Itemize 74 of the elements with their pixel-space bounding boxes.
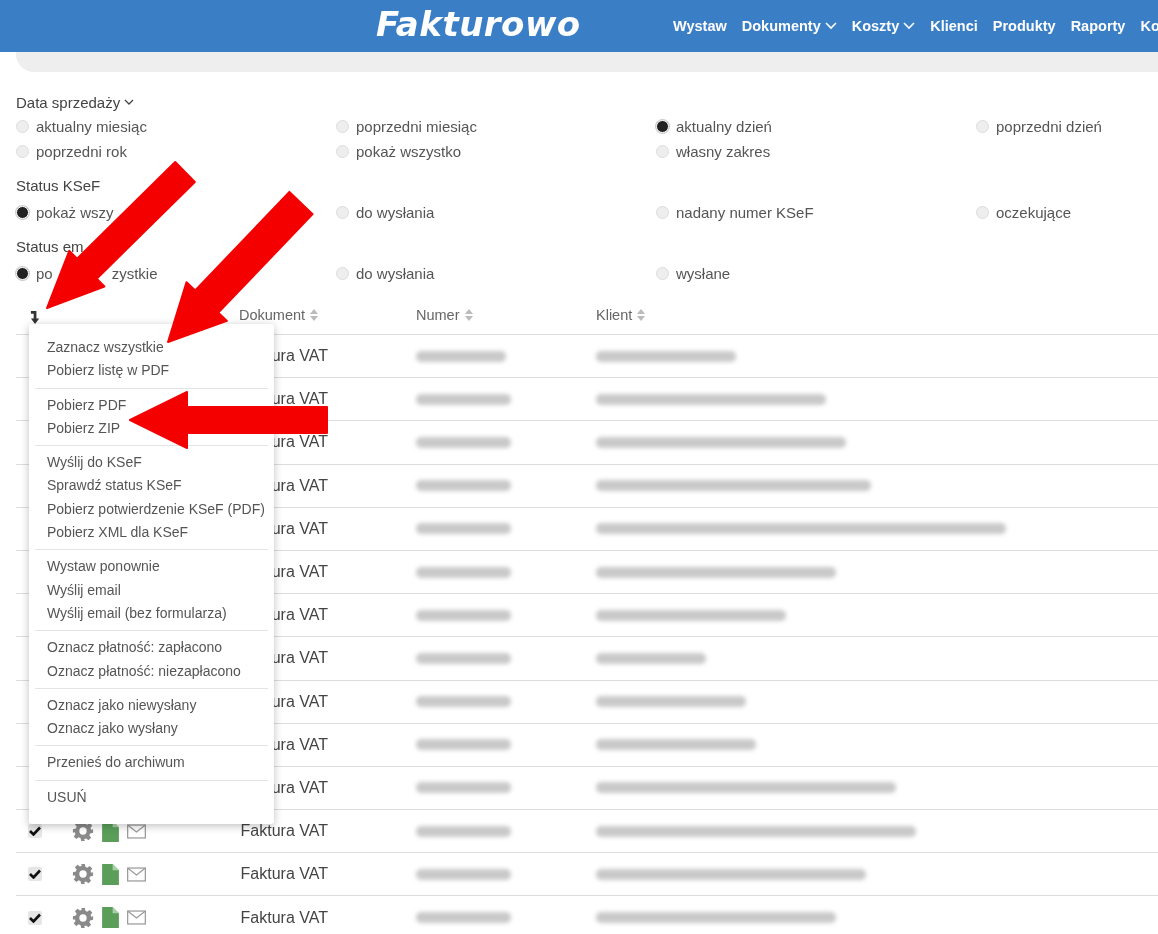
radio-label: poprzedni miesiąc <box>356 118 477 135</box>
row-checkbox[interactable] <box>28 867 42 882</box>
radio-button[interactable] <box>16 145 29 158</box>
radio-label: pokaż wszystko <box>356 143 462 160</box>
filter-title: Data sprzedaży <box>16 93 121 111</box>
column-header[interactable]: Numer <box>416 306 460 323</box>
gear-icon[interactable] <box>72 906 94 929</box>
chevron-down-icon[interactable] <box>124 99 135 105</box>
sort-icon[interactable] <box>310 308 319 321</box>
menu-item[interactable]: Przenieś do archiwum <box>47 751 185 775</box>
radio-button[interactable] <box>656 206 669 219</box>
nav-link[interactable]: Raporty <box>1070 18 1126 34</box>
radio-button[interactable] <box>336 120 349 133</box>
sort-icon[interactable] <box>464 308 473 321</box>
nav-link[interactable]: Klienci <box>930 18 978 34</box>
menu-item[interactable]: Oznacz jako niewysłany <box>47 693 197 718</box>
nav-link[interactable]: Produkty <box>992 18 1056 34</box>
radio-button[interactable] <box>336 145 349 158</box>
column-header[interactable]: Klient <box>596 306 633 323</box>
nav-link[interactable]: Dokumenty <box>741 18 837 34</box>
radio-label: zystkie <box>111 265 158 282</box>
radio-label: wysłane <box>676 265 731 282</box>
menu-item[interactable]: Zaznacz wszystkie <box>47 336 164 360</box>
logo[interactable]: Fakturowo <box>376 4 581 44</box>
menu-item[interactable]: Sprawdź status KSeF <box>47 474 182 498</box>
radio-label: aktualny miesiąc <box>36 118 147 135</box>
row-checkbox[interactable] <box>28 910 42 925</box>
table-cell: Faktura VAT <box>240 908 328 927</box>
document-icon[interactable] <box>102 863 119 885</box>
menu-item[interactable]: Pobierz listę w PDF <box>47 359 170 383</box>
menu-item[interactable]: Pobierz PDF <box>47 393 127 417</box>
radio-label: nadany numer KSeF <box>676 204 814 221</box>
radio-label: do wysłania <box>356 265 435 282</box>
menu-item[interactable]: Pobierz potwierdzenie KSeF (PDF) <box>47 497 265 522</box>
radio-button[interactable] <box>656 267 669 280</box>
column-header[interactable]: Dokument <box>239 306 306 323</box>
envelope-icon[interactable] <box>127 823 146 839</box>
sort-icon[interactable] <box>637 308 646 321</box>
menu-item[interactable]: Wyślij email (bez formularza) <box>47 601 227 626</box>
radio-button[interactable] <box>656 145 669 158</box>
envelope-icon[interactable] <box>127 866 146 882</box>
radio-label: aktualny dzień <box>676 118 772 135</box>
filter-title: Status KSeF <box>16 176 101 194</box>
envelope-icon[interactable] <box>127 910 146 926</box>
menu-item[interactable]: Pobierz ZIP <box>47 416 121 441</box>
nav-link[interactable]: Wystaw <box>673 18 727 34</box>
row-checkbox[interactable] <box>28 824 42 839</box>
menu-item[interactable]: Wystaw ponownie <box>47 555 160 579</box>
menu-item[interactable]: Oznacz jako wysłany <box>47 717 178 741</box>
menu-item[interactable]: Wyślij do KSeF <box>47 451 142 475</box>
table-cell: Faktura VAT <box>240 865 328 884</box>
menu-item[interactable]: Pobierz XML dla KSeF <box>47 521 189 545</box>
radio-button[interactable] <box>16 120 29 133</box>
radio-label: po <box>36 265 53 282</box>
actions-arrow-icon[interactable] <box>30 310 41 325</box>
menu-item[interactable]: USUŃ <box>47 785 87 810</box>
radio-label: poprzedni rok <box>36 143 127 160</box>
document-icon[interactable] <box>102 907 119 929</box>
nav-link[interactable]: Koszty <box>851 18 916 34</box>
menu-item[interactable]: Oznacz płatność: niezapłacono <box>47 659 241 683</box>
radio-label: własny zakres <box>676 143 771 160</box>
menu-item[interactable]: Wyślij email <box>47 578 121 602</box>
menu-item[interactable]: Oznacz płatność: zapłacono <box>47 636 223 660</box>
radio-button[interactable] <box>976 120 989 133</box>
radio-button[interactable] <box>336 206 349 219</box>
radio-label: poprzedni dzień <box>996 118 1102 135</box>
radio-button[interactable] <box>336 267 349 280</box>
radio-label: pokaż wszy <box>36 204 114 221</box>
gear-icon[interactable] <box>72 863 94 886</box>
radio-button[interactable] <box>976 206 989 219</box>
radio-label: oczekujące <box>996 204 1072 221</box>
radio-label: do wysłania <box>356 204 435 221</box>
table-cell: Faktura VAT <box>240 822 328 841</box>
filter-title: Status em <box>16 237 84 255</box>
